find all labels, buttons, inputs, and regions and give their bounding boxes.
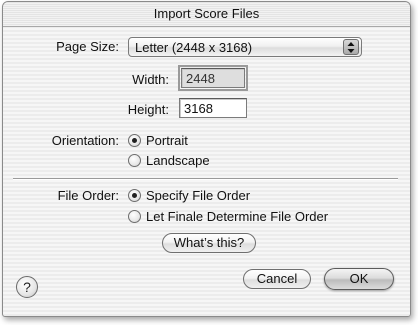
width-field[interactable]: 2448: [178, 65, 248, 91]
width-label: Width:: [132, 72, 169, 87]
page-size-popup[interactable]: Letter (2448 x 3168): [128, 37, 362, 57]
height-field[interactable]: 3168: [179, 98, 247, 118]
page-size-value: Letter (2448 x 3168): [135, 40, 253, 55]
ok-button[interactable]: OK: [324, 268, 394, 290]
popup-arrows-icon: [343, 39, 359, 55]
specify-file-order-radio[interactable]: [128, 189, 141, 202]
dialog-title: Import Score Files: [153, 6, 260, 21]
finale-determine-order-radio[interactable]: [128, 210, 141, 223]
finale-determine-order-label[interactable]: Let Finale Determine File Order: [146, 209, 328, 224]
portrait-radio[interactable]: [128, 134, 141, 147]
height-label: Height:: [127, 102, 169, 117]
help-button[interactable]: ?: [16, 276, 38, 298]
cancel-button[interactable]: Cancel: [243, 269, 311, 289]
section-divider: [13, 178, 398, 180]
portrait-label[interactable]: Portrait: [146, 133, 188, 148]
title-bar[interactable]: Import Score Files: [3, 2, 410, 27]
page-size-label: Page Size:: [56, 39, 119, 54]
landscape-label[interactable]: Landscape: [146, 153, 210, 168]
import-score-files-dialog: Import Score Files Page Size: Letter (24…: [2, 1, 411, 317]
landscape-radio[interactable]: [128, 154, 141, 167]
file-order-label: File Order:: [57, 188, 119, 203]
specify-file-order-label[interactable]: Specify File Order: [146, 188, 250, 203]
whats-this-button[interactable]: What’s this?: [162, 233, 256, 253]
orientation-label: Orientation:: [51, 133, 119, 148]
